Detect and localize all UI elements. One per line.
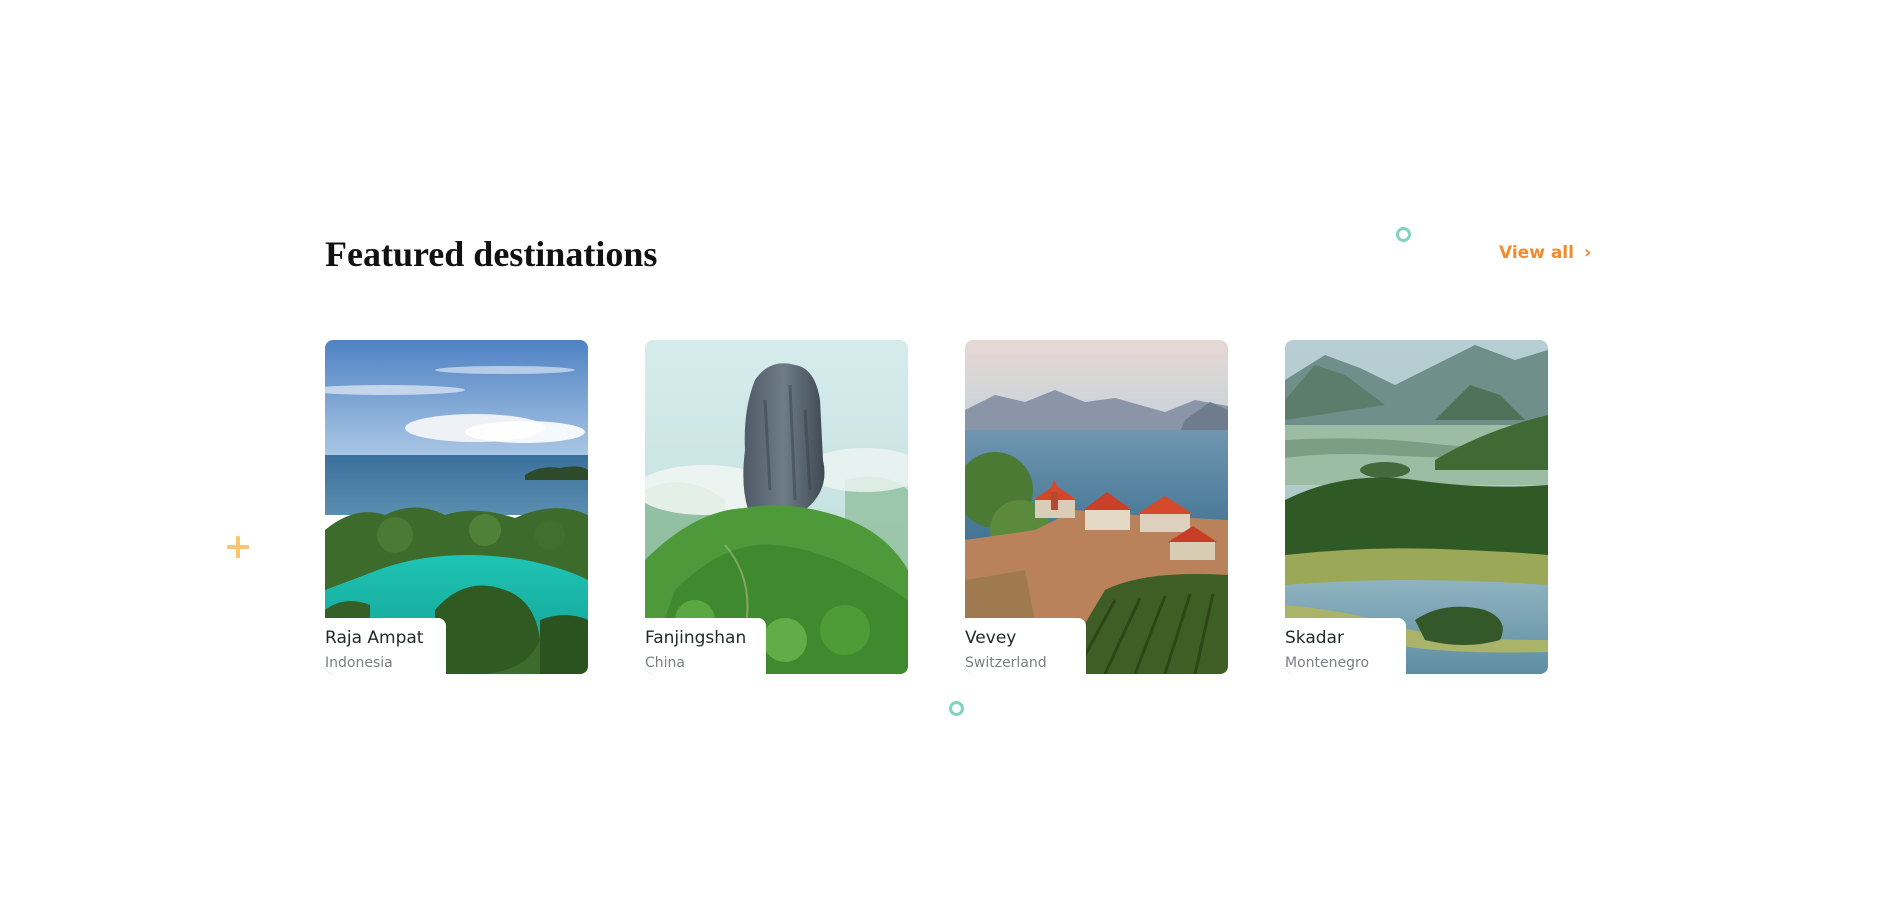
destination-country: Indonesia xyxy=(325,655,393,671)
destination-name: Vevey xyxy=(965,628,1017,648)
decorative-circle-icon xyxy=(1396,227,1411,242)
destination-name: Raja Ampat xyxy=(325,628,424,648)
chevron-right-icon: › xyxy=(1583,242,1592,263)
card-label: Skadar Montenegro xyxy=(1285,618,1406,674)
destination-cards: Raja Ampat Indonesia Fanjingshan China V… xyxy=(325,340,1548,674)
destination-country: China xyxy=(645,655,685,671)
destination-card[interactable]: Raja Ampat Indonesia xyxy=(325,340,588,674)
decorative-circle-icon xyxy=(949,701,964,716)
decorative-plus-icon xyxy=(227,536,249,558)
view-all-link[interactable]: View all › xyxy=(1499,243,1591,263)
destination-name: Skadar xyxy=(1285,628,1344,648)
card-label: Raja Ampat Indonesia xyxy=(325,618,446,674)
view-all-label: View all xyxy=(1499,243,1574,263)
destination-country: Switzerland xyxy=(965,655,1047,671)
card-label: Fanjingshan China xyxy=(645,618,766,674)
section-title: Featured destinations xyxy=(325,234,658,274)
destination-name: Fanjingshan xyxy=(645,628,747,648)
destination-card[interactable]: Vevey Switzerland xyxy=(965,340,1228,674)
card-label: Vevey Switzerland xyxy=(965,618,1086,674)
destination-country: Montenegro xyxy=(1285,655,1370,671)
destination-card[interactable]: Fanjingshan China xyxy=(645,340,908,674)
destination-card[interactable]: Skadar Montenegro xyxy=(1285,340,1548,674)
